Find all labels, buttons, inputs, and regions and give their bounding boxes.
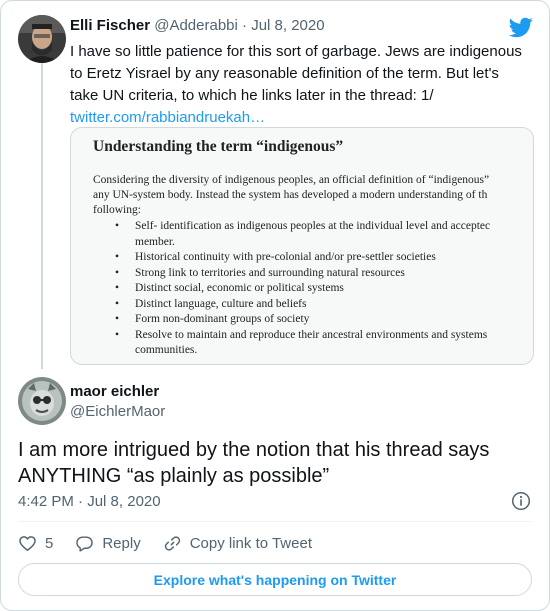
criteria-text: Self- identification as indigenous peopl… [135, 220, 491, 232]
criteria-text: Distinct language, culture and beliefs [135, 297, 307, 310]
quoted-tweet-link[interactable]: twitter.com/rabbiandruekah… [70, 107, 530, 129]
quoted-tweet-header: Elli Fischer @Adderabbi · Jul 8, 2020 [70, 17, 325, 34]
document-paragraph-line: Considering the diversity of indigenous … [93, 174, 490, 186]
criteria-item: Strong link to territories and surroundi… [115, 266, 533, 282]
quoted-tweet-media[interactable]: Understanding the term “indigenous” Cons… [70, 127, 534, 365]
twitter-bird-icon[interactable] [509, 15, 533, 39]
criteria-continuation: member. [135, 235, 175, 248]
criteria-text: Distinct social, economic or political s… [135, 282, 344, 294]
reply-button[interactable]: Reply [75, 534, 141, 553]
document-paragraph: Considering the diversity of indigenous … [93, 173, 533, 218]
reply-label: Reply [102, 534, 141, 552]
reply-icon [76, 535, 94, 552]
document-title: Understanding the term “indigenous” [93, 138, 344, 155]
like-count: 5 [45, 534, 54, 552]
explore-button[interactable]: Explore what's happening on Twitter [18, 563, 532, 596]
criteria-text: Resolve to maintain and reproduce their … [135, 328, 488, 341]
maor-eichler-avatar[interactable] [18, 377, 66, 425]
quoted-tweet-text: I have so little patience for this sort … [70, 43, 522, 104]
criteria-text: Strong link to territories and surroundi… [135, 266, 405, 279]
tweet-actions: 5 Reply Copy link to Tweet [18, 531, 334, 555]
reply-separator: · [78, 493, 84, 510]
document-paragraph-line: following: [93, 204, 141, 216]
reply-timestamp[interactable]: 4:42 PM · Jul 8, 2020 [18, 493, 161, 510]
embedded-tweet-card: Elli Fischer @Adderabbi · Jul 8, 2020 I … [0, 0, 550, 611]
reply-tweet-text: I am more intrigued by the notion that h… [18, 439, 490, 487]
criteria-item: Historical continuity with pre-colonial … [115, 250, 533, 266]
copy-link-button[interactable]: Copy link to Tweet [163, 534, 312, 553]
criteria-continuation: communities. [135, 344, 198, 356]
criteria-item: Form non-dominant groups of society [115, 312, 533, 328]
criteria-item: Resolve to maintain and reproduce their … [115, 328, 533, 359]
quoted-separator: · [242, 17, 248, 34]
heart-icon [19, 535, 36, 551]
elli-fischer-avatar[interactable] [18, 15, 66, 63]
info-icon[interactable] [511, 491, 531, 511]
quoted-tweet-text-block: I have so little patience for this sort … [70, 41, 530, 129]
quoted-author-name[interactable]: Elli Fischer [70, 17, 150, 34]
document-paragraph-line: any UN-system body. Instead the system h… [93, 189, 488, 201]
quoted-date[interactable]: Jul 8, 2020 [251, 17, 324, 34]
reply-time: 4:42 PM [18, 493, 74, 510]
document-screenshot: Understanding the term “indigenous” Cons… [93, 138, 533, 359]
criteria-list: Self- identification as indigenous peopl… [93, 219, 533, 359]
criteria-item: Distinct social, economic or political s… [115, 281, 533, 297]
copy-link-label: Copy link to Tweet [189, 534, 312, 552]
link-icon [164, 535, 180, 551]
reply-date: Jul 8, 2020 [87, 493, 161, 510]
reply-author-name[interactable]: maor eichler [70, 383, 159, 400]
reply-author-handle[interactable]: @EichlerMaor [70, 403, 165, 420]
criteria-text: Historical continuity with pre-colonial … [135, 251, 436, 263]
quoted-author-handle[interactable]: @Adderabbi [154, 17, 238, 34]
divider [18, 521, 532, 522]
like-button[interactable]: 5 [18, 534, 53, 553]
criteria-item: Distinct language, culture and beliefs [115, 297, 533, 313]
criteria-text: Form non-dominant groups of society [135, 313, 310, 325]
criteria-item: Self- identification as indigenous peopl… [115, 219, 533, 250]
thread-line [41, 63, 43, 369]
